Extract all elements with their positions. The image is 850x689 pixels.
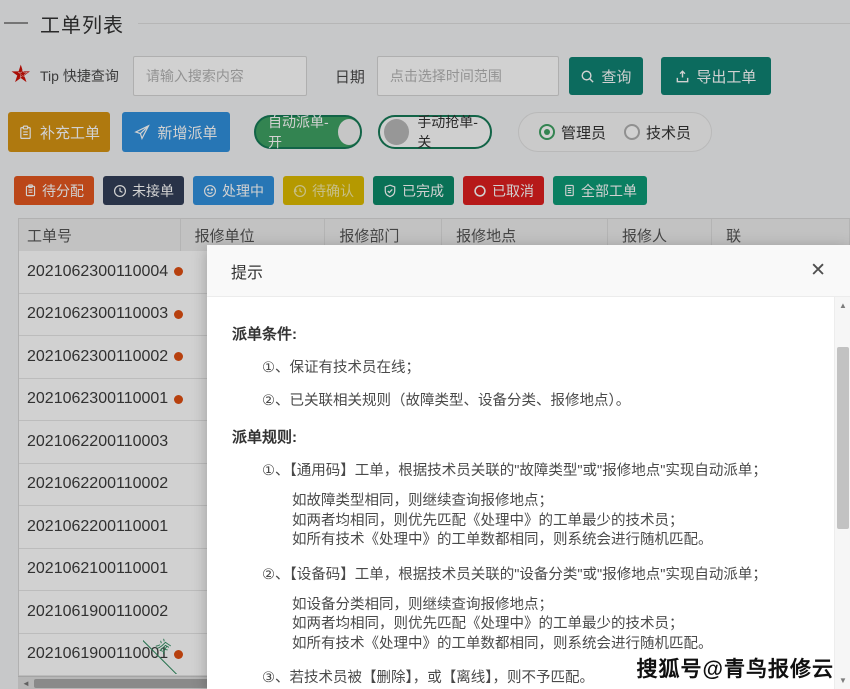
modal-section-heading: 派单条件: xyxy=(232,323,806,344)
modal-content: 派单条件: ①、保证有技术员在线； ②、已关联相关规则（故障类型、设备分类、报修地点… xyxy=(232,323,806,689)
tip-modal: 提示 ✕ 派单条件: ①、保证有技术员在线； ②、已关联相关规则（故障类型、设备分类… xyxy=(207,245,850,689)
modal-rule-subline: 如设备分类相同，则继续查询报修地点； xyxy=(292,596,806,616)
modal-rule-subline: 如所有技术《处理中》的工单数都相同，则系统会进行随机匹配。 xyxy=(292,635,806,655)
modal-rule-subline: 如所有技术《处理中》的工单数都相同，则系统会进行随机匹配。 xyxy=(292,531,806,551)
modal-rule-subline: 如两者均相同，则优先匹配《处理中》的工单最少的技术员； xyxy=(292,512,806,532)
modal-header: 提示 ✕ xyxy=(207,245,850,297)
modal-section-heading: 派单规则: xyxy=(232,426,806,447)
modal-rule-subitems: 如设备分类相同，则继续查询报修地点；如两者均相同，则优先匹配《处理中》的工单最少… xyxy=(292,596,806,655)
modal-rule-item: ①、【通用码】工单，根据技术员关联的"故障类型"或"报修地点"实现自动派单； xyxy=(262,459,806,480)
modal-rule-item: ①、保证有技术员在线； xyxy=(262,356,806,377)
modal-body: 派单条件: ①、保证有技术员在线； ②、已关联相关规则（故障类型、设备分类、报修地点… xyxy=(207,297,850,689)
modal-rule-subline: 如两者均相同，则优先匹配《处理中》的工单最少的技术员； xyxy=(292,615,806,635)
close-icon[interactable]: ✕ xyxy=(810,261,826,280)
modal-rule-subitems: 如故障类型相同，则继续查询报修地点；如两者均相同，则优先匹配《处理中》的工单最少… xyxy=(292,492,806,551)
modal-rule-item: ②、【设备码】工单，根据技术员关联的"设备分类"或"报修地点"实现自动派单； xyxy=(262,563,806,584)
scroll-up-arrow-icon[interactable]: ▲ xyxy=(835,301,850,310)
modal-title: 提示 xyxy=(231,259,263,283)
scroll-down-arrow-icon[interactable]: ▼ xyxy=(835,676,850,685)
modal-rule-subline: 如故障类型相同，则继续查询报修地点； xyxy=(292,492,806,512)
vertical-scrollbar-thumb[interactable] xyxy=(837,347,849,529)
modal-rule-item: ②、已关联相关规则（故障类型、设备分类、报修地点）。 xyxy=(262,389,806,410)
watermark: 搜狐号@青鸟报修云 xyxy=(637,653,834,683)
vertical-scrollbar[interactable]: ▲ ▼ xyxy=(834,297,850,689)
